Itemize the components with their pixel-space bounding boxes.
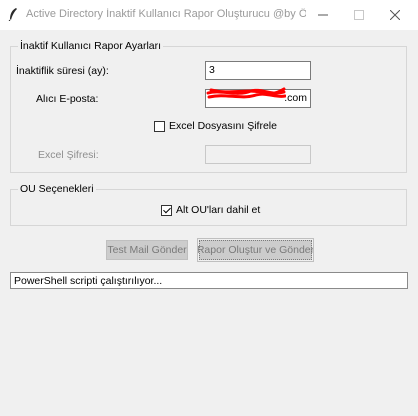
settings-frame-title: İnaktif Kullanıcı Rapor Ayarları xyxy=(18,40,164,52)
close-button[interactable] xyxy=(380,0,410,30)
encrypt-checkbox[interactable] xyxy=(154,120,165,132)
email-input-value: .com xyxy=(284,92,307,104)
maximize-button[interactable] xyxy=(344,0,374,30)
title-bar[interactable]: Active Directory İnaktif Kullanıcı Rapor… xyxy=(0,0,418,30)
email-label: Alıcı E-posta: xyxy=(36,93,99,105)
password-input[interactable] xyxy=(205,145,311,164)
status-bar: PowerShell scripti çalıştırılıyor... xyxy=(10,272,408,289)
close-icon xyxy=(390,10,400,20)
encrypt-checkbox-label: Excel Dosyasını Şifrele xyxy=(169,120,277,132)
inactivity-input[interactable]: 3 xyxy=(205,61,311,80)
window-title: Active Directory İnaktif Kullanıcı Rapor… xyxy=(26,8,306,20)
generate-report-button[interactable]: Rapor Oluştur ve Gönder xyxy=(197,238,314,262)
maximize-icon xyxy=(354,10,364,20)
inactivity-label: İnaktiflik süresi (ay): xyxy=(16,65,109,77)
include-sub-ou-row[interactable]: Alt OU'ları dahil et xyxy=(161,204,260,216)
encrypt-checkbox-row[interactable]: Excel Dosyasını Şifrele xyxy=(154,120,277,132)
feather-icon xyxy=(8,8,17,21)
redaction-scribble xyxy=(206,87,286,99)
include-sub-ou-checkbox[interactable] xyxy=(161,204,172,216)
include-sub-ou-label: Alt OU'ları dahil et xyxy=(176,204,261,216)
minimize-button[interactable] xyxy=(308,0,338,30)
password-label: Excel Şifresi: xyxy=(38,149,99,161)
test-mail-button[interactable]: Test Mail Gönder xyxy=(106,240,188,260)
minimize-icon xyxy=(318,14,328,16)
ou-frame-title: OU Seçenekleri xyxy=(18,183,96,195)
